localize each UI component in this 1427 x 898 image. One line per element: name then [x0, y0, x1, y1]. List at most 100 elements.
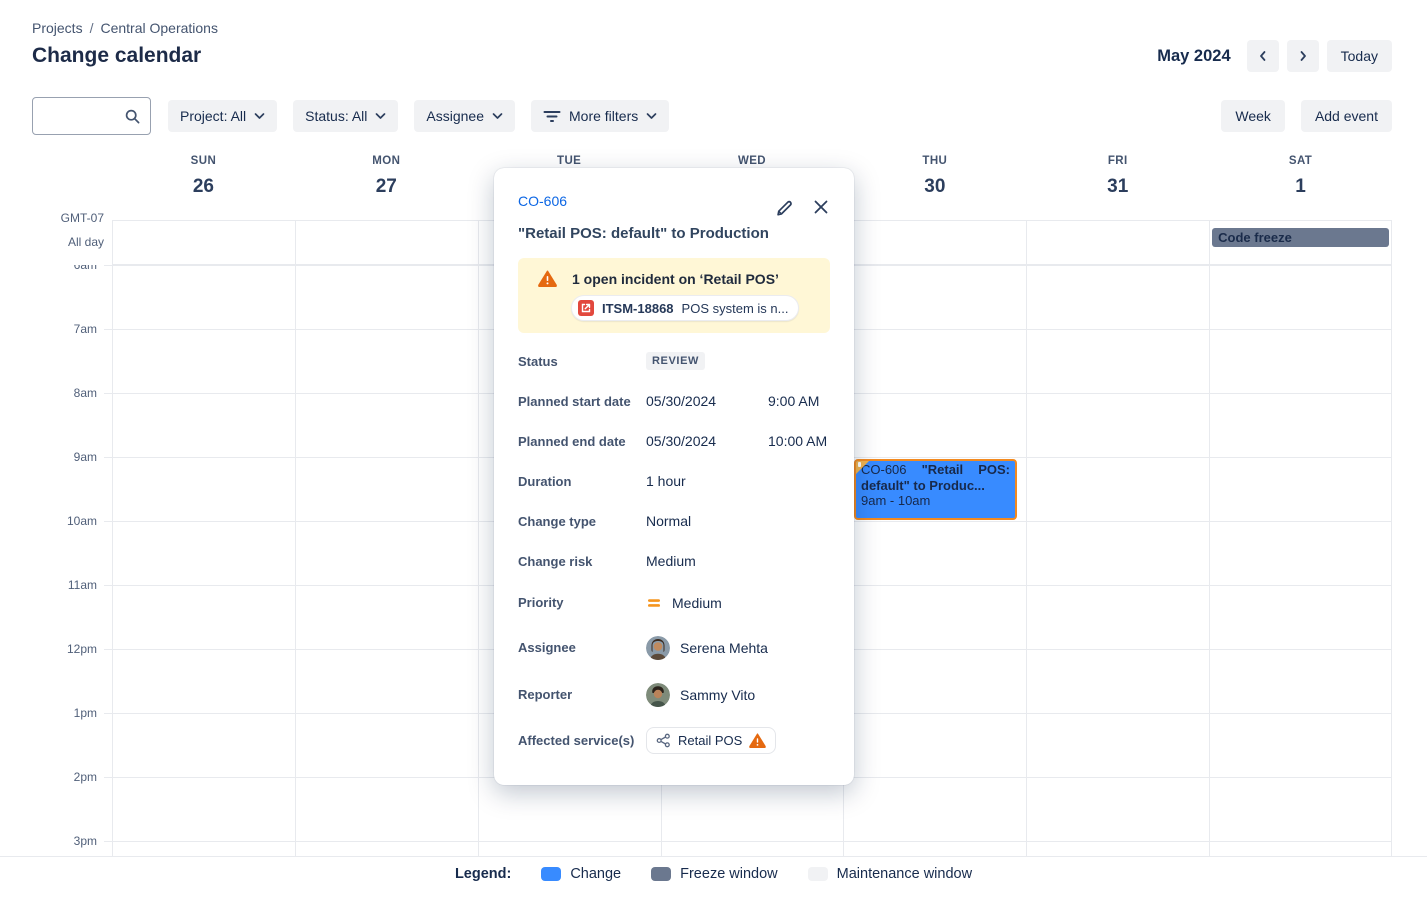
field-label: Status [518, 354, 646, 369]
freeze-window-color-swatch [651, 867, 671, 881]
end-time-value: 10:00 AM [768, 433, 827, 449]
service-graph-icon [656, 733, 671, 748]
status-filter-label: Status: All [305, 108, 367, 124]
reporter-value: Sammy Vito [680, 687, 755, 703]
day-number: 27 [295, 176, 478, 198]
day-column-sat[interactable] [1209, 265, 1392, 857]
duration-value: 1 hour [646, 473, 686, 489]
legend-label: Maintenance window [837, 866, 972, 882]
more-filters-label: More filters [569, 108, 638, 124]
close-icon[interactable] [812, 198, 830, 218]
all-day-label: All day [0, 235, 104, 249]
all-day-cell-thu[interactable] [843, 221, 1026, 264]
assignee-avatar [646, 636, 670, 660]
event-detail-popup: CO-606 "Retail POS: default" to Producti… [494, 168, 854, 785]
day-column-thu[interactable] [843, 265, 1026, 857]
all-day-cell-mon[interactable] [295, 221, 478, 264]
change-color-swatch [541, 867, 561, 881]
priority-medium-icon [646, 595, 662, 611]
chevron-left-icon [1256, 49, 1270, 63]
field-change-risk: Change risk Medium [518, 541, 830, 581]
chevron-down-icon [646, 112, 657, 120]
change-type-value: Normal [646, 513, 691, 529]
issue-key-link[interactable]: CO-606 [518, 192, 567, 210]
day-header-fri: FRI 31 [1026, 145, 1209, 198]
end-date-value: 05/30/2024 [646, 433, 758, 449]
field-change-type: Change type Normal [518, 501, 830, 541]
assignee-value: Serena Mehta [680, 640, 768, 656]
hour-label: 8am [0, 386, 97, 400]
popup-title: "Retail POS: default" to Production [518, 224, 830, 243]
assignee-filter-label: Assignee [426, 108, 484, 124]
code-freeze-event[interactable]: Code freeze [1212, 228, 1389, 247]
incident-warning-message: 1 open incident on ‘Retail POS’ [572, 271, 779, 287]
day-column-fri[interactable] [1026, 265, 1209, 857]
edit-pencil-icon[interactable] [774, 198, 794, 218]
month-label: May 2024 [1157, 47, 1230, 66]
legend-label: Freeze window [680, 866, 778, 882]
hour-label: 2pm [0, 770, 97, 784]
day-header-mon: MON 27 [295, 145, 478, 198]
field-planned-end: Planned end date 05/30/202410:00 AM [518, 421, 830, 461]
breadcrumb-projects-link[interactable]: Projects [32, 20, 83, 36]
all-day-cell-sun[interactable] [112, 221, 295, 264]
legend-item-change: Change [541, 866, 621, 882]
reporter-avatar [646, 683, 670, 707]
affected-service-pill[interactable]: Retail POS [646, 727, 776, 754]
search-input[interactable] [33, 98, 119, 134]
field-label: Planned start date [518, 394, 646, 409]
day-column-sun[interactable] [112, 265, 295, 857]
all-day-cell-fri[interactable] [1026, 221, 1209, 264]
breadcrumb-central-operations-link[interactable]: Central Operations [100, 20, 218, 36]
breadcrumb: Projects / Central Operations [32, 20, 218, 36]
hour-label: 12pm [0, 642, 97, 656]
all-day-cell-sat[interactable]: Code freeze [1209, 221, 1392, 264]
event-key: CO-606 [861, 462, 907, 477]
day-column-mon[interactable] [295, 265, 478, 857]
change-event-co-606[interactable]: CO-606 "Retail POS: default" to Produc..… [854, 459, 1017, 520]
today-button[interactable]: Today [1327, 40, 1392, 72]
hour-label: 10am [0, 514, 97, 528]
hour-label: 1pm [0, 706, 97, 720]
project-filter-label: Project: All [180, 108, 246, 124]
linked-incident-pill[interactable]: ITSM-18868 POS system is n... [571, 295, 799, 321]
day-name: THU [843, 155, 1026, 167]
field-reporter: Reporter Sammy Vito [518, 671, 830, 718]
prev-month-button[interactable] [1247, 40, 1279, 72]
hour-label: 9am [0, 450, 97, 464]
day-header-thu: THU 30 [843, 145, 1026, 198]
day-name: FRI [1026, 155, 1209, 167]
field-duration: Duration 1 hour [518, 461, 830, 501]
start-time-value: 9:00 AM [768, 393, 819, 409]
chevron-down-icon [492, 112, 503, 120]
search-box [32, 97, 151, 135]
status-filter-dropdown[interactable]: Status: All [293, 100, 398, 132]
day-header-sun: SUN 26 [112, 145, 295, 198]
hour-label: 3pm [0, 834, 97, 848]
week-view-button[interactable]: Week [1221, 100, 1285, 132]
timezone-label: GMT-07 [0, 211, 104, 225]
field-label: Reporter [518, 687, 646, 702]
legend-item-freeze-window: Freeze window [651, 866, 778, 882]
day-header-sat: SAT 1 [1209, 145, 1392, 198]
month-navigation: May 2024 Today [1157, 40, 1392, 72]
day-name: SUN [112, 155, 295, 167]
add-event-button[interactable]: Add event [1301, 100, 1392, 132]
more-filters-dropdown[interactable]: More filters [531, 100, 669, 132]
field-label: Duration [518, 474, 646, 489]
field-label: Change type [518, 514, 646, 529]
project-filter-dropdown[interactable]: Project: All [168, 100, 277, 132]
field-label: Change risk [518, 554, 646, 569]
hour-label: 7am [0, 322, 97, 336]
hour-label: 6am [0, 265, 97, 272]
next-month-button[interactable] [1287, 40, 1319, 72]
chevron-down-icon [254, 112, 265, 120]
hour-label: 11am [0, 578, 97, 592]
page-title: Change calendar [32, 44, 201, 68]
field-assignee: Assignee Serena Mehta [518, 624, 830, 671]
start-date-value: 05/30/2024 [646, 393, 758, 409]
field-label: Affected service(s) [518, 733, 646, 748]
service-warning-triangle-icon [749, 733, 766, 748]
incident-summary: POS system is n... [682, 301, 789, 316]
assignee-filter-dropdown[interactable]: Assignee [414, 100, 515, 132]
